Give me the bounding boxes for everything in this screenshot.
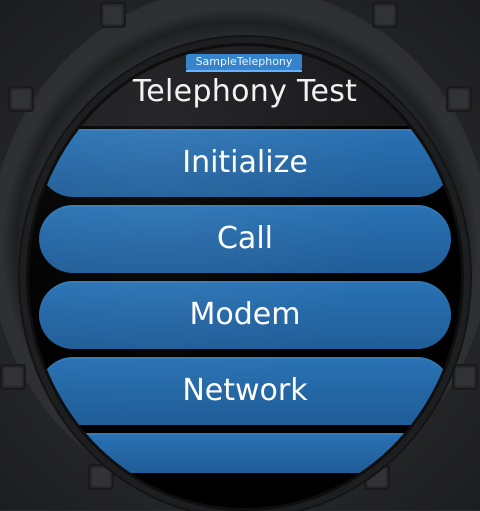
- app-header: SampleTelephony Telephony Test: [29, 46, 461, 126]
- watch-screen: SampleTelephony Telephony Test Initializ…: [26, 43, 464, 511]
- bezel-notch: [100, 2, 126, 28]
- menu-item-partial[interactable]: [39, 433, 451, 473]
- bezel-notch: [372, 2, 398, 28]
- package-label-underline: [186, 70, 302, 72]
- modem-button[interactable]: Modem: [39, 281, 451, 349]
- network-button[interactable]: Network: [39, 357, 451, 425]
- package-label: SampleTelephony: [186, 54, 302, 70]
- call-button[interactable]: Call: [39, 205, 451, 273]
- bezel-notch: [452, 364, 478, 390]
- page-title: Telephony Test: [132, 74, 358, 109]
- bezel-notch: [0, 364, 26, 390]
- initialize-button[interactable]: Initialize: [39, 129, 451, 197]
